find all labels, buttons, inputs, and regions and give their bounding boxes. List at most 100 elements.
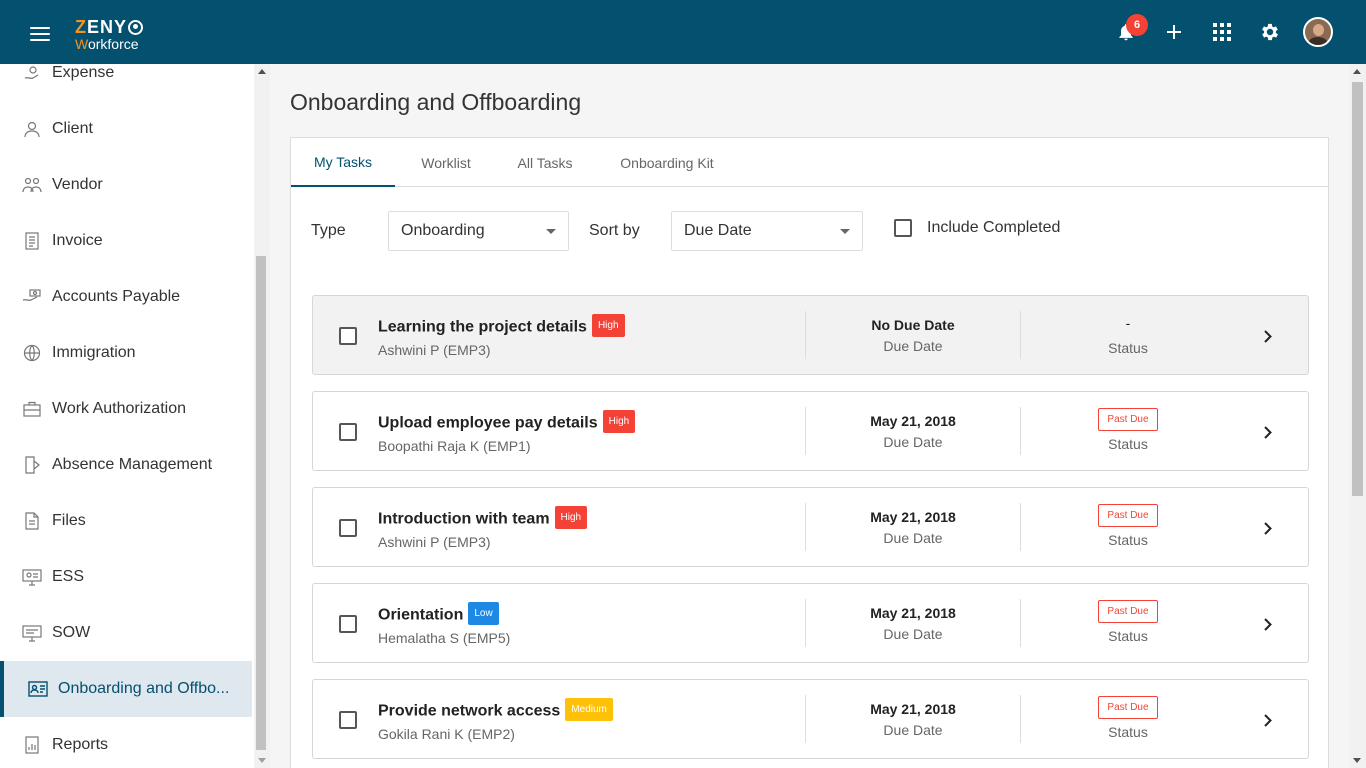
sidebar-scrollbar[interactable] bbox=[254, 64, 270, 768]
task-title-wrap: Introduction with team High bbox=[378, 506, 588, 531]
sidebar-item-accounts-payable[interactable]: Accounts Payable bbox=[0, 269, 252, 325]
task-status: - bbox=[1125, 315, 1131, 331]
type-select[interactable]: Onboarding bbox=[388, 211, 569, 251]
menu-icon[interactable] bbox=[30, 27, 50, 41]
notification-badge: 6 bbox=[1126, 14, 1148, 36]
tab-bar: My Tasks Worklist All Tasks Onboarding K… bbox=[291, 138, 1328, 187]
sidebar-item-reports[interactable]: Reports bbox=[0, 717, 252, 768]
briefcase-icon bbox=[22, 399, 42, 419]
sidebar-item-immigration[interactable]: Immigration bbox=[0, 325, 252, 381]
task-name: Learning the project details bbox=[378, 318, 587, 336]
include-completed-checkbox[interactable] bbox=[894, 219, 912, 237]
page-title: Onboarding and Offboarding bbox=[290, 89, 582, 115]
chevron-down-icon bbox=[546, 229, 556, 234]
scroll-up-arrow-icon[interactable] bbox=[258, 69, 266, 74]
chevron-right-icon[interactable] bbox=[1259, 423, 1277, 441]
task-employee: Ashwini P (EMP3) bbox=[378, 342, 491, 358]
task-row[interactable]: Learning the project details High Ashwini… bbox=[312, 295, 1309, 375]
plus-icon bbox=[1167, 25, 1181, 39]
task-row[interactable]: Provide network access Medium Gokila Rani… bbox=[312, 679, 1309, 759]
sidebar-item-onboarding[interactable]: Onboarding and Offbo... bbox=[0, 661, 252, 717]
task-employee: Ashwini P (EMP3) bbox=[378, 534, 491, 550]
sidebar-scrollbar-thumb[interactable] bbox=[256, 256, 266, 750]
sidebar-item-label: Onboarding and Offbo... bbox=[58, 680, 230, 697]
sidebar-item-label: Invoice bbox=[52, 232, 103, 249]
notifications-button[interactable]: 6 bbox=[1102, 8, 1150, 56]
main-scrollbar[interactable] bbox=[1349, 64, 1366, 768]
logo-o-mark bbox=[128, 19, 144, 35]
sidebar-item-files[interactable]: Files bbox=[0, 493, 252, 549]
sidebar-item-ess[interactable]: ESS bbox=[0, 549, 252, 605]
sidebar-item-work-authorization[interactable]: Work Authorization bbox=[0, 381, 252, 437]
chevron-right-icon[interactable] bbox=[1259, 519, 1277, 537]
task-name: Provide network access bbox=[378, 702, 561, 720]
client-icon bbox=[22, 119, 42, 139]
task-name: Orientation bbox=[378, 606, 464, 624]
sort-label: Sort by bbox=[589, 222, 640, 239]
status-badge: Past Due bbox=[1098, 600, 1158, 623]
task-employee: Gokila Rani K (EMP2) bbox=[378, 726, 515, 742]
task-checkbox[interactable] bbox=[339, 711, 357, 729]
status-label: Status bbox=[1108, 724, 1148, 740]
sort-select[interactable]: Due Date bbox=[671, 211, 863, 251]
sidebar-item-label: Reports bbox=[52, 736, 109, 753]
app-logo[interactable]: Z ENY Workforce bbox=[75, 18, 144, 52]
sidebar-item-vendor[interactable]: Vendor bbox=[0, 157, 252, 213]
user-menu-button[interactable] bbox=[1294, 8, 1342, 56]
task-row[interactable]: Orientation Low Hemalatha S (EMP5) May 21… bbox=[312, 583, 1309, 663]
task-row[interactable]: Introduction with team High Ashwini P (EM… bbox=[312, 487, 1309, 567]
sidebar-item-expense[interactable]: Expense bbox=[0, 64, 252, 101]
task-row[interactable]: Upload employee pay details High Boopathi… bbox=[312, 391, 1309, 471]
tab-onboarding-kit[interactable]: Onboarding Kit bbox=[605, 138, 729, 187]
task-name: Introduction with team bbox=[378, 510, 550, 528]
sidebar-item-absence-management[interactable]: Absence Management bbox=[0, 437, 252, 493]
sidebar-item-sow[interactable]: SOW bbox=[0, 605, 252, 661]
sidebar-item-label: SOW bbox=[52, 624, 91, 641]
logo-letter-w: W bbox=[75, 36, 88, 52]
due-date-label: Due Date bbox=[883, 626, 943, 642]
task-checkbox[interactable] bbox=[339, 615, 357, 633]
scroll-down-arrow-icon[interactable] bbox=[258, 758, 266, 763]
tab-all-tasks[interactable]: All Tasks bbox=[501, 138, 589, 187]
task-checkbox[interactable] bbox=[339, 327, 357, 345]
task-status-wrap: Past Due bbox=[1021, 696, 1235, 719]
absence-icon bbox=[22, 455, 42, 475]
task-checkbox[interactable] bbox=[339, 423, 357, 441]
top-app-bar: Z ENY Workforce 6 bbox=[0, 0, 1366, 64]
task-due-date: May 21, 2018 bbox=[870, 605, 956, 621]
include-completed-label: Include Completed bbox=[927, 219, 1061, 236]
chevron-right-icon[interactable] bbox=[1259, 711, 1277, 729]
status-label: Status bbox=[1108, 628, 1148, 644]
sidebar-item-label: Work Authorization bbox=[52, 400, 186, 417]
due-date-label: Due Date bbox=[883, 722, 943, 738]
scroll-up-arrow-icon[interactable] bbox=[1353, 69, 1361, 74]
due-date-label: Due Date bbox=[883, 530, 943, 546]
priority-badge: Medium bbox=[565, 698, 613, 721]
chevron-right-icon[interactable] bbox=[1259, 615, 1277, 633]
status-label: Status bbox=[1108, 532, 1148, 548]
task-checkbox[interactable] bbox=[339, 519, 357, 537]
apps-button[interactable] bbox=[1198, 8, 1246, 56]
expense-icon bbox=[22, 64, 42, 83]
task-name: Upload employee pay details bbox=[378, 414, 598, 432]
task-status-wrap: Past Due bbox=[1021, 504, 1235, 527]
invoice-icon bbox=[22, 231, 42, 251]
sidebar-item-invoice[interactable]: Invoice bbox=[0, 213, 252, 269]
sidebar-item-client[interactable]: Client bbox=[0, 101, 252, 157]
chevron-right-icon[interactable] bbox=[1259, 327, 1277, 345]
settings-button[interactable] bbox=[1246, 8, 1294, 56]
vendor-icon bbox=[22, 175, 42, 195]
sidebar-item-label: Expense bbox=[52, 64, 115, 81]
add-button[interactable] bbox=[1150, 8, 1198, 56]
type-label: Type bbox=[311, 222, 346, 239]
scroll-down-arrow-icon[interactable] bbox=[1353, 758, 1361, 763]
reports-icon bbox=[22, 735, 42, 755]
priority-badge: High bbox=[591, 314, 625, 337]
task-title-wrap: Orientation Low bbox=[378, 602, 499, 627]
sidebar-item-label: Absence Management bbox=[52, 456, 213, 473]
chevron-down-icon bbox=[840, 229, 850, 234]
main-scrollbar-thumb[interactable] bbox=[1352, 82, 1363, 496]
tab-my-tasks[interactable]: My Tasks bbox=[291, 138, 395, 187]
task-status-wrap: Past Due bbox=[1021, 408, 1235, 431]
tab-worklist[interactable]: Worklist bbox=[401, 138, 491, 187]
